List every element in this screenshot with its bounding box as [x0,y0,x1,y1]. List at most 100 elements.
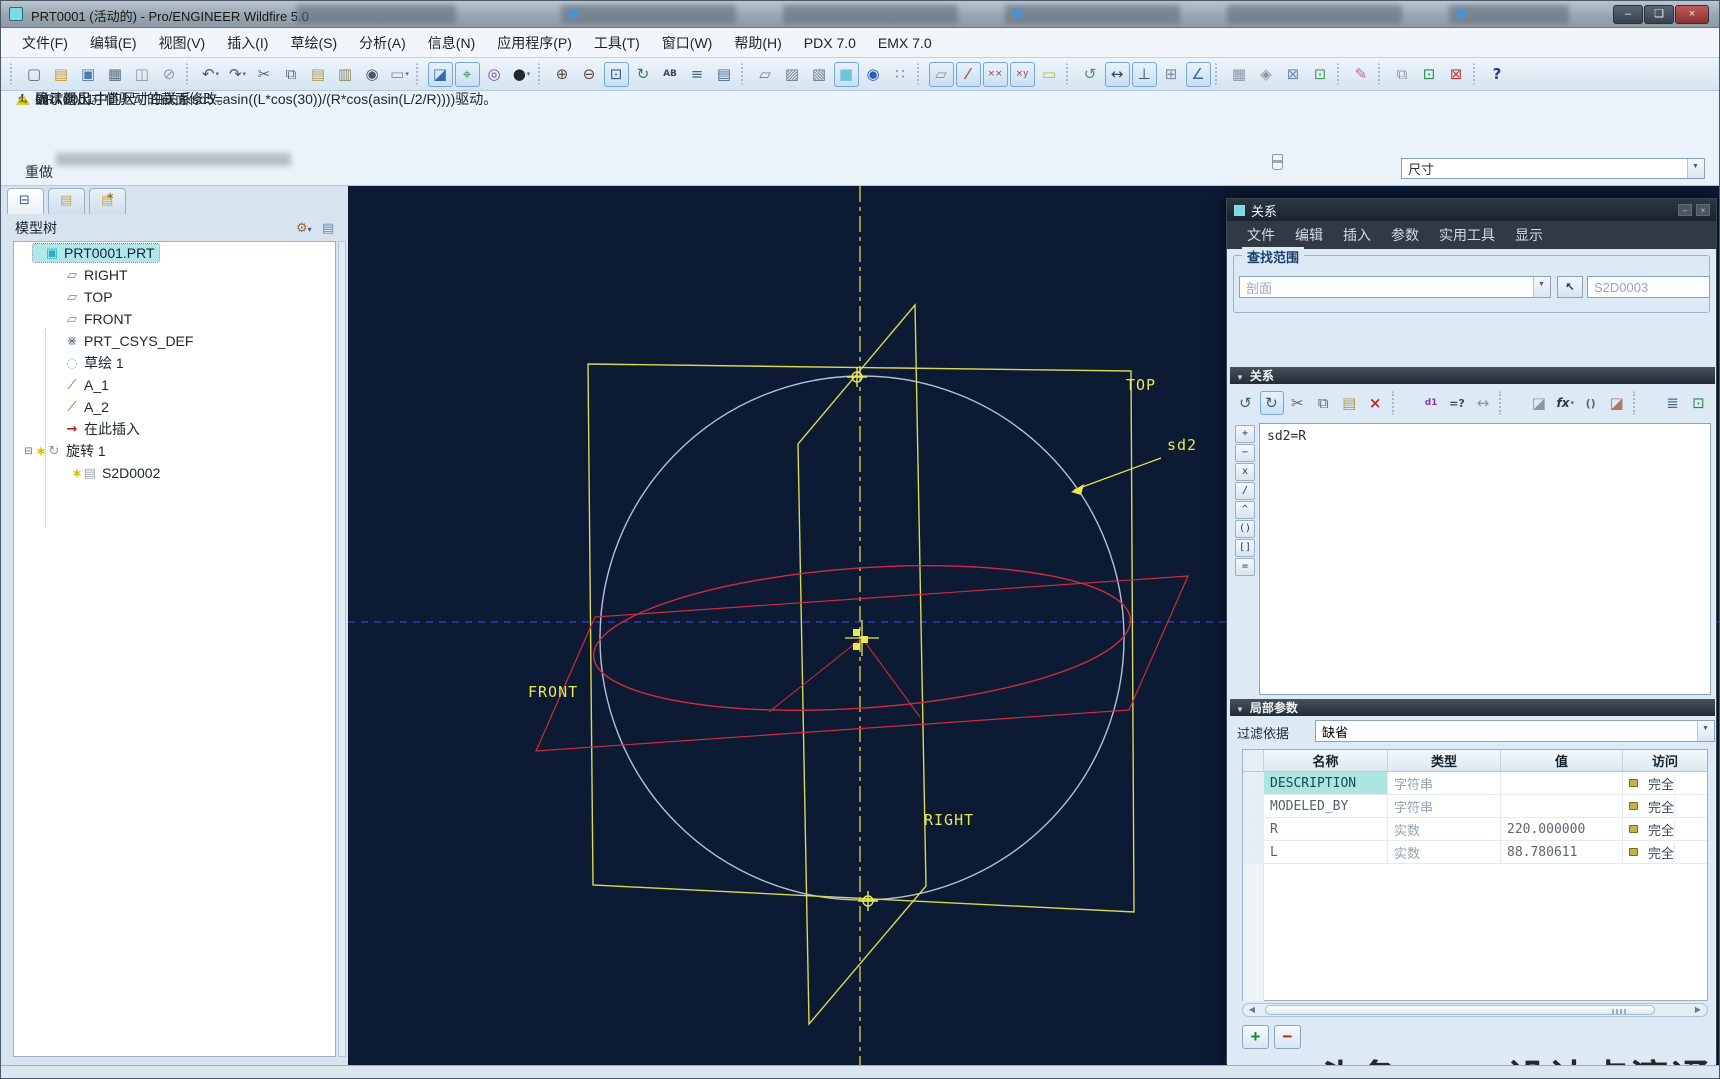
relations-toolbar-button[interactable]: fx▾ [1553,391,1577,415]
toolbar-button[interactable]: ✂ [252,62,277,87]
local-params-section-header[interactable]: 局部参数 [1230,699,1715,716]
row-handle[interactable] [1243,818,1264,840]
tree-item[interactable]: ◌草绘 1 [14,352,335,374]
toolbar-button[interactable]: ▭▾ [387,62,412,87]
remove-param-button[interactable]: − [1274,1025,1301,1049]
param-row[interactable]: L 实数 88.780611 完全 [1243,841,1707,864]
relations-dialog[interactable]: 关系 – × 文件编辑插入参数实用工具显示 查找范围 剖面 S2D0003 关系 [1226,198,1717,1064]
menu-item[interactable]: 分析(A) [348,29,417,57]
tree-item[interactable]: ▣PRT0001.PRT [14,242,335,264]
add-param-button[interactable]: + [1242,1025,1269,1049]
relations-menu-item[interactable]: 插入 [1333,222,1381,248]
relations-toolbar-button[interactable]: () [1579,391,1603,415]
filter-type-combo[interactable]: 尺寸 [1401,158,1705,179]
label-sd2[interactable]: sd2 [1167,436,1197,454]
toolbar-button[interactable]: ⊠ [1281,62,1306,87]
relations-toolbar-button[interactable] [1499,391,1523,415]
toolbar-button[interactable]: ↷▾ [225,62,250,87]
toolbar-button[interactable] [917,63,925,85]
toolbar-button[interactable]: ▥ [333,62,358,87]
toolbar-button[interactable]: ∷ [888,62,913,87]
sketch-name-field[interactable]: S2D0003 [1587,276,1710,298]
toolbar-button[interactable]: ≡ [685,62,710,87]
menu-item[interactable]: EMX 7.0 [867,31,943,55]
menu-item[interactable]: 视图(V) [148,29,217,57]
toolbar-button[interactable] [10,63,18,85]
math-operator-button[interactable]: x [1235,463,1255,481]
toolbar-button[interactable]: ↻ [631,62,656,87]
toolbar-button[interactable] [1215,63,1223,85]
tab-folder-browser[interactable] [48,188,85,214]
sketch-plane-outline[interactable] [536,576,1188,751]
toolbar-button[interactable]: ⊠ [1444,62,1469,87]
tree-item[interactable]: ⊟ ∗↻旋转 1 [14,440,335,462]
toolbar-button[interactable]: ■ [834,62,859,87]
math-operator-button[interactable]: = [1235,558,1255,576]
minimize-button[interactable]: – [1613,5,1643,24]
math-operator-button[interactable]: / [1235,482,1255,500]
toolbar-button[interactable]: ◈ [1254,62,1279,87]
toolbar-button[interactable]: ⊞ [1159,62,1184,87]
tree-columns-icon[interactable] [322,221,348,236]
sketch-line[interactable] [769,638,862,712]
relations-menu-item[interactable]: 文件 [1237,222,1285,248]
toolbar-button[interactable]: ▱ [753,62,778,87]
maximize-button[interactable]: ❑ [1644,5,1674,24]
math-operator-button[interactable]: + [1235,425,1255,443]
menu-item[interactable]: 文件(F) [11,29,79,57]
toolbar-button[interactable] [1337,63,1345,85]
toolbar-button[interactable]: ⧉ [279,62,304,87]
relations-toolbar-button[interactable]: ◪ [1527,391,1551,415]
relations-toolbar-button[interactable]: d1 [1420,391,1444,415]
toolbar-button[interactable]: ⁄ [956,62,981,87]
look-in-combo[interactable]: 剖面 [1239,276,1551,298]
scrollbar-thumb[interactable] [1265,1005,1655,1015]
relations-dialog-titlebar[interactable]: 关系 – × [1227,199,1716,221]
toolbar-button[interactable]: ◉ [861,62,886,87]
col-name[interactable]: 名称 [1264,750,1388,771]
toolbar-button[interactable]: ⊕ [550,62,575,87]
row-handle[interactable] [1243,841,1264,863]
tree-scrollbar[interactable] [338,241,346,1057]
menu-item[interactable]: 插入(I) [216,29,279,57]
relations-toolbar-button[interactable] [1633,391,1657,415]
chevron-down-icon[interactable] [1697,721,1714,741]
param-row[interactable]: MODELED_BY 字符串 完全 [1243,795,1707,818]
col-type[interactable]: 类型 [1388,750,1501,771]
toolbar-button[interactable]: ◫ [130,62,155,87]
menu-item[interactable]: 窗口(W) [651,29,724,57]
toolbar-button[interactable]: ▨ [780,62,805,87]
relations-toolbar-button[interactable]: ↺ [1234,391,1258,415]
toolbar-button[interactable] [1066,63,1074,85]
relations-toolbar-button[interactable]: ✂ [1286,391,1310,415]
col-value[interactable]: 值 [1501,750,1623,771]
toolbar-button[interactable]: ⊖ [577,62,602,87]
relations-toolbar-button[interactable]: ▤ [1338,391,1362,415]
toolbar-button[interactable]: ∠ [1186,62,1211,87]
math-operator-button[interactable]: − [1235,444,1255,462]
toolbar-button[interactable]: ▤ [49,62,74,87]
tree-item[interactable]: ⋇PRT_CSYS_DEF [14,330,335,352]
toolbar-button[interactable]: ×× [983,62,1008,87]
relations-toolbar-button[interactable]: ≣ [1661,391,1685,415]
tree-item[interactable]: ▱RIGHT [14,264,335,286]
tree-item[interactable]: ▱FRONT [14,308,335,330]
toolbar-button[interactable]: ◉ [360,62,385,87]
title-bar[interactable]: PRT0001 (活动的) - Pro/ENGINEER Wildfire 5.… [1,1,1720,28]
toolbar-button[interactable] [1378,63,1386,85]
menu-item[interactable]: 草绘(S) [279,29,348,57]
tab-favorites[interactable] [89,188,126,214]
toolbar-button[interactable]: ●▾ [509,62,534,87]
math-operator-button[interactable]: () [1235,520,1255,538]
tree-item[interactable]: ∗▤S2D0002 [14,462,335,484]
dialog-minimize-icon[interactable]: – [1678,204,1692,216]
menu-item[interactable]: PDX 7.0 [793,31,867,55]
scroll-right-icon[interactable]: ▶ [1692,1005,1704,1015]
toolbar-button[interactable] [186,63,194,85]
dialog-close-icon[interactable]: × [1696,204,1710,216]
tree-item[interactable]: ▱TOP [14,286,335,308]
toolbar-button[interactable]: ⊥ [1132,62,1157,87]
toolbar-button[interactable]: ▧ [807,62,832,87]
toolbar-button[interactable]: ▱ [929,62,954,87]
menu-item[interactable]: 应用程序(P) [486,29,583,57]
